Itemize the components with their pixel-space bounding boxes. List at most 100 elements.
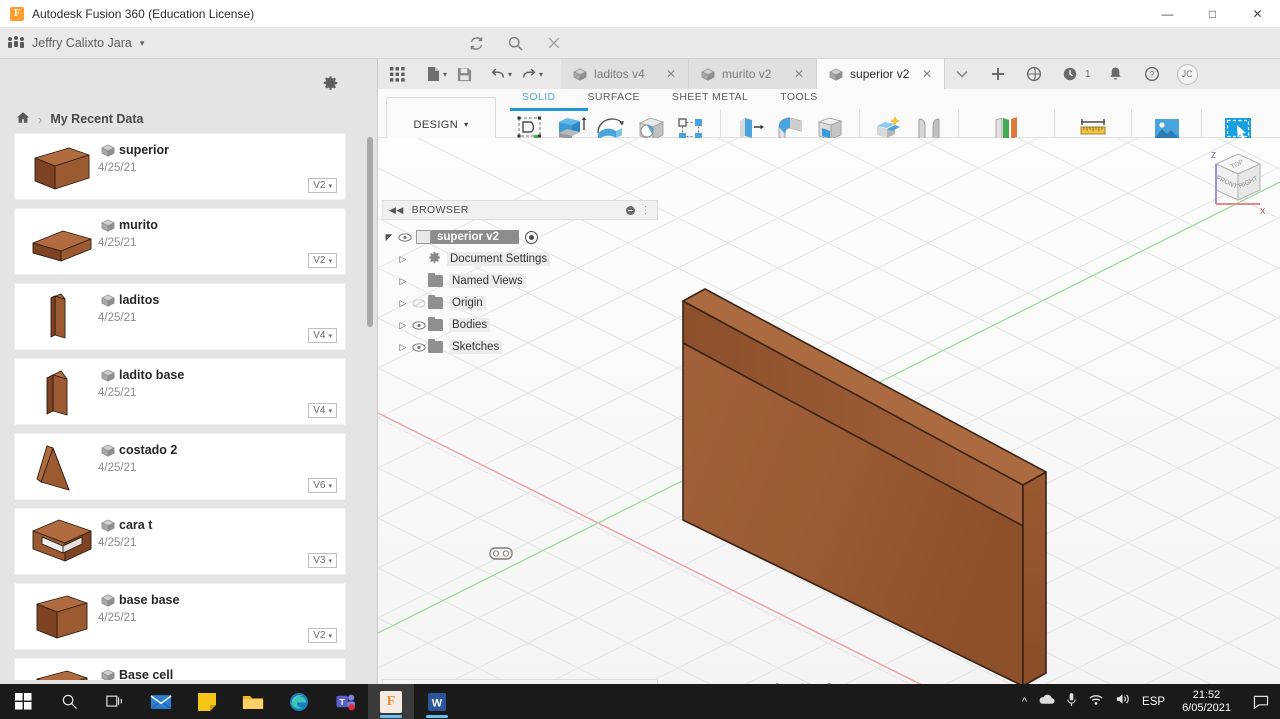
data-panel-item[interactable]: Base cell4/25/21 [14,658,346,680]
workspace-label: DESIGN [414,119,459,131]
close-icon[interactable]: ✕ [794,67,804,81]
avatar[interactable]: JC [1177,64,1198,85]
gear-icon[interactable] [322,75,339,97]
document-tab[interactable]: laditos v4✕ [561,59,689,89]
browser-tree-row[interactable]: ▷Origin [382,292,658,314]
maximize-button[interactable]: □ [1190,0,1235,28]
redo-caret-icon[interactable]: ▾ [539,70,543,79]
item-version-label: V6 [313,480,325,491]
save-icon[interactable] [451,61,477,87]
tab-list-chevron-icon[interactable] [951,63,973,85]
browser-tree-row[interactable]: ▷Bodies [382,314,658,336]
item-date: 4/25/21 [98,162,136,174]
browser-tree-row[interactable]: ▷Document Settings [382,248,658,270]
close-panel-icon[interactable] [546,35,562,51]
item-version-selector[interactable]: V3▾ [308,553,337,568]
app-grid-icon[interactable] [384,61,410,87]
job-status-icon[interactable] [1059,63,1081,85]
ribbon-tab[interactable]: SHEET METAL [656,91,764,107]
browser-grip-icon[interactable]: ⋮ [641,205,651,216]
activate-component-icon[interactable] [525,231,538,244]
data-panel-item[interactable]: ladito base4/25/21V4▾ [14,358,346,425]
wifi-icon[interactable] [1088,693,1104,711]
expand-arrow-icon[interactable]: ▷ [396,298,410,309]
start-button[interactable] [0,684,46,719]
item-version-selector[interactable]: V2▾ [308,253,337,268]
expand-arrow-icon[interactable]: ◤ [382,232,396,243]
eye-icon[interactable] [396,233,414,242]
mail-app-button[interactable] [138,684,184,719]
minimize-button[interactable]: — [1145,0,1190,28]
eye-icon[interactable] [410,299,428,308]
notifications-icon[interactable] [1105,63,1127,85]
expand-arrow-icon[interactable]: ▷ [396,342,410,353]
word-taskbar-button[interactable]: W [414,684,460,719]
browser-panel: ◀◀ BROWSER ⋮ ◤ superior v2 [382,200,658,358]
refresh-icon[interactable] [468,35,485,52]
eye-icon[interactable] [410,343,428,352]
new-document-caret-icon[interactable]: ▾ [443,70,447,79]
data-panel-scrollbar[interactable] [367,137,373,327]
ribbon-tab[interactable]: SURFACE [572,91,656,107]
language-indicator[interactable]: ESP [1142,696,1165,708]
eye-icon[interactable] [410,321,428,330]
data-panel-item[interactable]: laditos4/25/21V4▾ [14,283,346,350]
ribbon-tab[interactable]: SOLID [506,91,572,107]
data-panel-item[interactable]: costado 24/25/21V6▾ [14,433,346,500]
clock[interactable]: 21:52 6/05/2021 [1176,689,1237,715]
help-icon[interactable]: ? [1141,63,1163,85]
teams-button[interactable]: T [322,684,368,719]
data-panel-item[interactable]: murito4/25/21V2▾ [14,208,346,275]
edge-button[interactable] [276,684,322,719]
undo-caret-icon[interactable]: ▾ [508,70,512,79]
quick-access-toolbar: ▾ ▾ ▾ laditos v4✕ murito v2✕ superior v2… [378,59,1280,89]
item-date: 4/25/21 [98,612,136,624]
home-icon[interactable] [16,111,30,127]
item-version-label: V2 [313,255,325,266]
item-version-selector[interactable]: V2▾ [308,178,337,193]
expand-arrow-icon[interactable]: ▷ [396,254,410,265]
search-button[interactable] [46,684,92,719]
item-version-selector[interactable]: V4▾ [308,403,337,418]
data-panel-item[interactable]: superior4/25/21V2▾ [14,133,346,200]
task-view-button[interactable] [92,684,138,719]
expand-arrow-icon[interactable]: ▷ [396,320,410,331]
user-menu[interactable]: Jeffry Calixto Jara ▾ [0,36,378,50]
chevron-down-icon: ▾ [328,332,332,340]
close-button[interactable]: ✕ [1235,0,1280,28]
item-version-selector[interactable]: V6▾ [308,478,337,493]
tray-chevron-icon[interactable]: ^ [1022,696,1027,708]
close-icon[interactable]: ✕ [922,67,932,81]
expand-arrow-icon[interactable]: ▷ [396,276,410,287]
gear-icon [428,251,441,267]
browser-root-row[interactable]: ◤ superior v2 [382,226,658,248]
document-tab[interactable]: superior v2 ✕ [817,59,945,89]
ribbon-tab[interactable]: TOOLS [764,91,833,107]
view-cube[interactable]: TOP FRONT RIGHT Z X [1186,142,1270,224]
item-version-selector[interactable]: V2▾ [308,628,337,643]
file-explorer-button[interactable] [230,684,276,719]
sticky-notes-button[interactable] [184,684,230,719]
component-icon [101,144,115,157]
browser-minimize-icon[interactable] [626,206,635,215]
recent-data-list[interactable]: superior4/25/21V2▾ murito4/25/21V2▾ ladi… [14,133,362,680]
close-icon[interactable]: ✕ [666,67,676,81]
viewport-3d[interactable]: ◀◀ BROWSER ⋮ ◤ superior v2 [378,138,1280,705]
browser-tree-row[interactable]: ▷Named Views [382,270,658,292]
action-center-icon[interactable] [1248,684,1274,719]
collapse-icon[interactable]: ◀◀ [389,205,404,216]
document-tab-label: superior v2 [850,67,909,81]
volume-icon[interactable] [1115,692,1131,711]
data-panel-item[interactable]: base base4/25/21V2▾ [14,583,346,650]
extensions-icon[interactable] [1023,63,1045,85]
item-thumbnail [29,442,95,494]
microphone-icon[interactable] [1066,692,1077,712]
new-tab-button[interactable] [987,63,1009,85]
fusion360-taskbar-button[interactable]: F [368,684,414,719]
item-version-selector[interactable]: V4▾ [308,328,337,343]
onedrive-icon[interactable] [1038,693,1055,711]
search-icon[interactable] [507,35,524,52]
browser-tree-row[interactable]: ▷Sketches [382,336,658,358]
data-panel-item[interactable]: cara t4/25/21V3▾ [14,508,346,575]
document-tab[interactable]: murito v2✕ [689,59,817,89]
